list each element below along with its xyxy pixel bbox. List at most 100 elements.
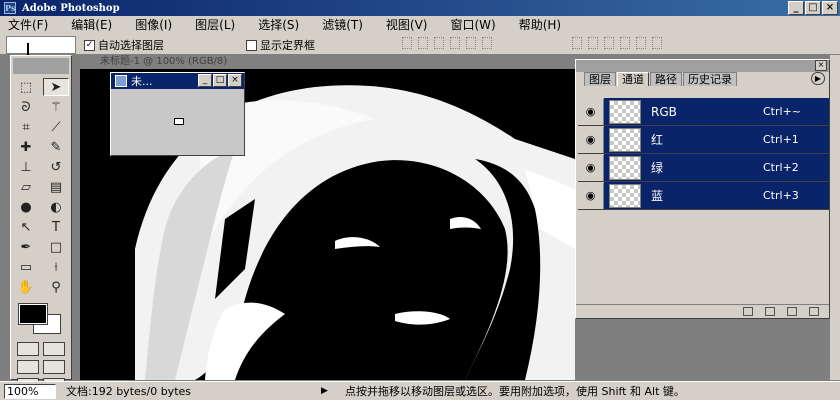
menu-help[interactable]: 帮助(H) bbox=[519, 16, 561, 33]
distribute-top-icon[interactable] bbox=[572, 37, 582, 49]
status-arrow-icon[interactable]: ▶ bbox=[321, 386, 341, 396]
move-tool-icon[interactable]: ➤ bbox=[43, 78, 69, 96]
close-button[interactable]: × bbox=[822, 1, 838, 15]
screen-mode-icon[interactable] bbox=[17, 360, 39, 374]
channel-main[interactable]: 蓝 Ctrl+3 bbox=[604, 182, 829, 209]
standard-mode-icon[interactable] bbox=[17, 342, 39, 356]
eye-icon[interactable]: ◉ bbox=[578, 182, 604, 209]
channel-thumbnail bbox=[609, 155, 641, 180]
new-channel-icon[interactable] bbox=[787, 307, 797, 316]
load-selection-icon[interactable] bbox=[743, 307, 753, 316]
auto-select-label: 自动选择图层 bbox=[98, 39, 164, 52]
minimize-button[interactable]: _ bbox=[788, 1, 804, 15]
align-top-icon[interactable] bbox=[402, 37, 412, 49]
eye-icon[interactable]: ◉ bbox=[578, 126, 604, 153]
menu-image[interactable]: 图像(I) bbox=[135, 16, 172, 33]
channel-row[interactable]: ◉ RGB Ctrl+~ bbox=[578, 98, 829, 126]
magic-wand-tool-icon[interactable]: ⚚ bbox=[43, 98, 69, 116]
channel-row[interactable]: ◉ 绿 Ctrl+2 bbox=[578, 154, 829, 182]
right-scrollbar[interactable] bbox=[830, 55, 840, 380]
slice-tool-icon[interactable]: ⟋ bbox=[43, 118, 69, 136]
channel-row[interactable]: ◉ 蓝 Ctrl+3 bbox=[578, 182, 829, 210]
show-bounds-label: 显示定界框 bbox=[260, 39, 315, 52]
auto-select-option[interactable]: ✓ 自动选择图层 bbox=[84, 37, 164, 53]
panel-close-icon[interactable]: × bbox=[815, 60, 827, 71]
blur-tool-icon[interactable]: ● bbox=[13, 198, 39, 216]
window-controls: _ □ × bbox=[788, 1, 838, 15]
document-info[interactable]: 文档:192 bytes/0 bytes bbox=[66, 383, 321, 399]
quickmask-mode-icon[interactable] bbox=[43, 342, 65, 356]
maximize-button[interactable]: □ bbox=[805, 1, 821, 15]
crop-tool-icon[interactable]: ⌗ bbox=[13, 118, 39, 136]
shape-tool-icon[interactable]: □ bbox=[43, 238, 69, 256]
align-bottom-icon[interactable] bbox=[434, 37, 444, 49]
menu-layer[interactable]: 图层(L) bbox=[195, 16, 235, 33]
delete-channel-icon[interactable] bbox=[809, 307, 819, 316]
align-hcenter-icon[interactable] bbox=[466, 37, 476, 49]
menu-edit[interactable]: 编辑(E) bbox=[71, 16, 112, 33]
channel-main[interactable]: RGB Ctrl+~ bbox=[604, 98, 829, 125]
fullscreen-mode-icon[interactable] bbox=[43, 360, 65, 374]
lasso-tool-icon[interactable]: ᘐ bbox=[13, 98, 39, 116]
hand-tool-icon[interactable]: ✋ bbox=[13, 278, 39, 296]
navigator-close-button[interactable]: × bbox=[228, 74, 242, 87]
navigator-view-box[interactable] bbox=[174, 118, 184, 125]
path-select-tool-icon[interactable]: ↖ bbox=[13, 218, 39, 236]
tab-paths[interactable]: 路径 bbox=[650, 72, 682, 86]
show-bounds-checkbox[interactable] bbox=[246, 39, 257, 51]
navigator-window: 未... _ □ × bbox=[110, 72, 245, 156]
save-selection-icon[interactable] bbox=[765, 307, 775, 316]
channel-main[interactable]: 红 Ctrl+1 bbox=[604, 126, 829, 153]
auto-select-checkbox[interactable]: ✓ bbox=[84, 39, 95, 51]
navigator-maximize-button[interactable]: □ bbox=[213, 74, 227, 87]
title-bar: Ps Adobe Photoshop _ □ × bbox=[0, 0, 840, 16]
eraser-tool-icon[interactable]: ▱ bbox=[13, 178, 39, 196]
document-title[interactable]: 未标题-1 @ 100% (RGB/8) bbox=[80, 55, 575, 69]
marquee-tool-icon[interactable]: ⬚ bbox=[13, 78, 39, 96]
status-hint: 点按并拖移以移动图层或选区。要用附加选项，使用 Shift 和 Alt 键。 bbox=[345, 385, 685, 398]
zoom-tool-icon[interactable]: ⚲ bbox=[43, 278, 69, 296]
eye-icon[interactable]: ◉ bbox=[578, 154, 604, 181]
toolbox-header[interactable] bbox=[13, 58, 69, 74]
distribute-vcenter-icon[interactable] bbox=[588, 37, 598, 49]
align-vcenter-icon[interactable] bbox=[418, 37, 428, 49]
menu-window[interactable]: 窗口(W) bbox=[450, 16, 495, 33]
brush-tool-icon[interactable]: ✎ bbox=[43, 138, 69, 156]
distribute-buttons bbox=[572, 37, 662, 49]
stamp-tool-icon[interactable]: ⊥ bbox=[13, 158, 39, 176]
pen-tool-icon[interactable]: ✒ bbox=[13, 238, 39, 256]
history-brush-tool-icon[interactable]: ↺ bbox=[43, 158, 69, 176]
tool-preset-picker[interactable] bbox=[6, 36, 76, 55]
photoshop-icon: Ps bbox=[4, 2, 16, 14]
channel-row[interactable]: ◉ 红 Ctrl+1 bbox=[578, 126, 829, 154]
menu-view[interactable]: 视图(V) bbox=[386, 16, 428, 33]
distribute-bottom-icon[interactable] bbox=[604, 37, 614, 49]
menu-filter[interactable]: 滤镜(T) bbox=[322, 16, 363, 33]
eyedropper-tool-icon[interactable]: ⟊ bbox=[43, 258, 69, 276]
distribute-left-icon[interactable] bbox=[620, 37, 630, 49]
panel-header[interactable]: × bbox=[576, 60, 829, 72]
gradient-tool-icon[interactable]: ▤ bbox=[43, 178, 69, 196]
channel-name: 蓝 bbox=[651, 189, 664, 203]
menu-select[interactable]: 选择(S) bbox=[258, 16, 299, 33]
dodge-tool-icon[interactable]: ◐ bbox=[43, 198, 69, 216]
healing-tool-icon[interactable]: ✚ bbox=[13, 138, 39, 156]
channel-main[interactable]: 绿 Ctrl+2 bbox=[604, 154, 829, 181]
show-bounds-option[interactable]: 显示定界框 bbox=[246, 37, 315, 53]
tab-history[interactable]: 历史记录 bbox=[683, 72, 737, 86]
panel-menu-icon[interactable]: ▶ bbox=[811, 72, 825, 85]
menu-file[interactable]: 文件(F) bbox=[8, 16, 48, 33]
eye-icon[interactable]: ◉ bbox=[578, 98, 604, 125]
navigator-titlebar[interactable]: 未... _ □ × bbox=[111, 73, 244, 89]
align-left-icon[interactable] bbox=[450, 37, 460, 49]
navigator-minimize-button[interactable]: _ bbox=[198, 74, 212, 87]
type-tool-icon[interactable]: T bbox=[43, 218, 69, 236]
notes-tool-icon[interactable]: ▭ bbox=[13, 258, 39, 276]
tab-layers[interactable]: 图层 bbox=[584, 72, 616, 86]
tab-channels[interactable]: 通道 bbox=[617, 72, 649, 86]
foreground-color[interactable] bbox=[18, 303, 48, 325]
zoom-field[interactable]: 100% bbox=[4, 383, 56, 399]
align-right-icon[interactable] bbox=[482, 37, 492, 49]
distribute-right-icon[interactable] bbox=[652, 37, 662, 49]
distribute-hcenter-icon[interactable] bbox=[636, 37, 646, 49]
